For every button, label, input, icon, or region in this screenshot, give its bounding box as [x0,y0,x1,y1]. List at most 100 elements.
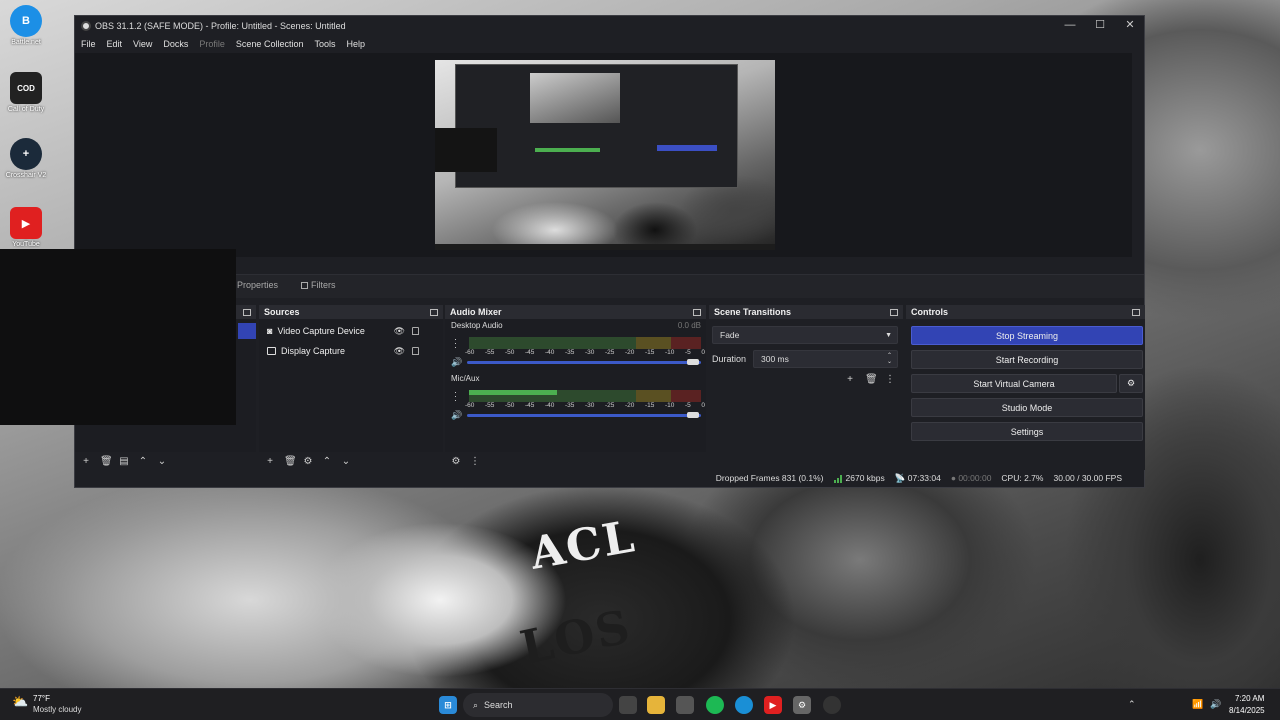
lock-icon[interactable] [412,347,419,355]
audio-mixer-title: Audio Mixer [450,307,502,317]
file-explorer-icon[interactable] [647,696,665,714]
lock-icon[interactable] [412,327,419,335]
volume-fader[interactable] [467,361,701,364]
dock-popout-icon[interactable] [693,308,701,316]
settings-taskbar-icon[interactable]: ⚙ [793,696,811,714]
mixer-menu-icon[interactable]: ⋮ [470,456,480,467]
fader-knob[interactable] [687,412,699,418]
source-item-display-capture[interactable]: Display Capture 👁 [259,341,443,361]
menu-help[interactable]: Help [346,39,365,49]
dock-popout-icon[interactable] [430,308,438,316]
speaker-icon[interactable]: 🔊 [451,357,462,368]
preview-area[interactable] [75,53,1132,257]
add-scene-icon[interactable]: + [81,456,91,467]
desktop-icon-crosshair[interactable]: + Crosshair V2 [1,138,51,179]
clock-time[interactable]: 7:20 AM [1235,694,1264,703]
sources-list[interactable]: ◙ Video Capture Device 👁 Display Capture… [259,319,443,452]
add-source-icon[interactable]: + [265,456,275,467]
title-bar[interactable]: OBS 31.1.2 (SAFE MODE) - Profile: Untitl… [75,16,1144,35]
spinner-arrows-icon[interactable]: ⌃ ⌄ [887,353,892,365]
virtual-camera-settings-gear-icon[interactable]: ⚙ [1119,374,1143,393]
menu-docks[interactable]: Docks [163,39,188,49]
tray-overflow-chevron-icon[interactable]: ⌃ [1128,699,1136,710]
transition-menu-icon[interactable]: ⋮ [885,374,895,385]
meter-scale-label: -45 [525,402,535,409]
transitions-header: Scene Transitions [709,305,903,319]
move-down-icon[interactable]: ⌄ [341,456,351,467]
minimize-button[interactable]: — [1055,18,1085,33]
task-view-icon[interactable] [619,696,637,714]
spotify-icon[interactable] [706,696,724,714]
youtube-taskbar-icon[interactable]: ▶ [764,696,782,714]
fader-knob[interactable] [687,359,699,365]
desktop-icon-battlenet[interactable]: B Battle.net [1,5,51,46]
visibility-eye-icon[interactable]: 👁 [394,346,405,357]
move-up-icon[interactable]: ⌃ [138,456,148,467]
dock-popout-icon[interactable] [890,308,898,316]
transition-select[interactable]: Fade ▼ [712,326,898,344]
menu-tools[interactable]: Tools [314,39,335,49]
add-transition-icon[interactable]: + [845,374,855,385]
program-preview[interactable] [435,60,775,250]
meter-scale-label: -20 [625,349,635,356]
scene-selected-indicator[interactable] [238,323,256,339]
track-menu-icon[interactable]: · · · [454,388,457,405]
move-up-icon[interactable]: ⌃ [322,456,332,467]
overlay-panel [0,249,236,425]
source-item-video-capture[interactable]: ◙ Video Capture Device 👁 [259,321,443,341]
youtube-icon: ▶ [10,207,42,239]
meter-scale-label: -30 [585,402,595,409]
filters-tab[interactable]: Filters [301,280,336,290]
move-down-icon[interactable]: ⌄ [157,456,167,467]
close-button[interactable]: ✕ [1115,18,1145,33]
stop-streaming-button[interactable]: Stop Streaming [911,326,1143,345]
studio-mode-button[interactable]: Studio Mode [911,398,1143,417]
menu-profile[interactable]: Profile [199,39,225,49]
bitrate-value: 2670 kbps [845,473,885,483]
sources-title: Sources [264,307,300,317]
weather-widget[interactable]: ⛅ 77°F Mostly cloudy [12,694,81,714]
scene-filters-icon[interactable]: ▤ [119,456,129,467]
sources-dock: Sources ◙ Video Capture Device 👁 Display… [259,305,443,470]
maximize-button[interactable]: ☐ [1085,18,1115,33]
remove-source-icon[interactable]: 🗑 [284,456,297,467]
meter-scale-label: -35 [565,349,575,356]
duration-input[interactable]: 300 ms ⌃ ⌄ [753,350,898,368]
clock-date[interactable]: 8/14/2025 [1229,706,1265,715]
menu-scene-collection[interactable]: Scene Collection [236,39,304,49]
settings-button[interactable]: Settings [911,422,1143,441]
record-time: 00:00:00 [958,473,992,483]
volume-fader[interactable] [467,414,701,417]
obs-taskbar-icon[interactable] [823,696,841,714]
speaker-icon[interactable]: 🔊 [451,410,462,421]
audio-mixer-dock: Audio Mixer Desktop Audio 0.0 dB · · · -60… [445,305,706,470]
desktop-icon-label: Crosshair V2 [5,172,47,179]
taskbar-search[interactable]: ⌕ Search [463,693,613,717]
start-virtual-camera-button[interactable]: Start Virtual Camera [911,374,1117,393]
edge-icon[interactable] [735,696,753,714]
remove-scene-icon[interactable]: 🗑 [100,456,113,467]
advanced-audio-gear-icon[interactable]: ⚙ [451,456,461,467]
window-title: OBS 31.1.2 (SAFE MODE) - Profile: Untitl… [95,20,346,31]
menu-file[interactable]: File [81,39,96,49]
network-icon[interactable]: 📶 [1192,699,1203,710]
start-button[interactable]: ⊞ [439,696,457,714]
menu-bar: File Edit View Docks Profile Scene Colle… [75,35,1144,53]
mic-level-bar [469,390,558,395]
desktop-icon-youtube[interactable]: ▶ YouTube [1,207,51,248]
visibility-eye-icon[interactable]: 👁 [394,326,405,337]
store-icon[interactable] [676,696,694,714]
source-properties-gear-icon[interactable]: ⚙ [303,456,313,467]
dock-popout-icon[interactable] [1132,308,1140,316]
desktop-icon-call-of-duty[interactable]: COD Call of Duty [1,72,51,113]
duration-label: Duration [712,354,747,364]
menu-view[interactable]: View [133,39,152,49]
remove-transition-icon[interactable]: 🗑 [865,374,878,385]
volume-icon[interactable]: 🔊 [1210,699,1221,710]
track-menu-icon[interactable]: · · · [454,335,457,352]
start-recording-button[interactable]: Start Recording [911,350,1143,369]
meter-scale-label: -10 [665,402,675,409]
properties-tab[interactable]: Properties [237,280,278,290]
menu-edit[interactable]: Edit [107,39,123,49]
dock-popout-icon[interactable] [243,308,251,316]
